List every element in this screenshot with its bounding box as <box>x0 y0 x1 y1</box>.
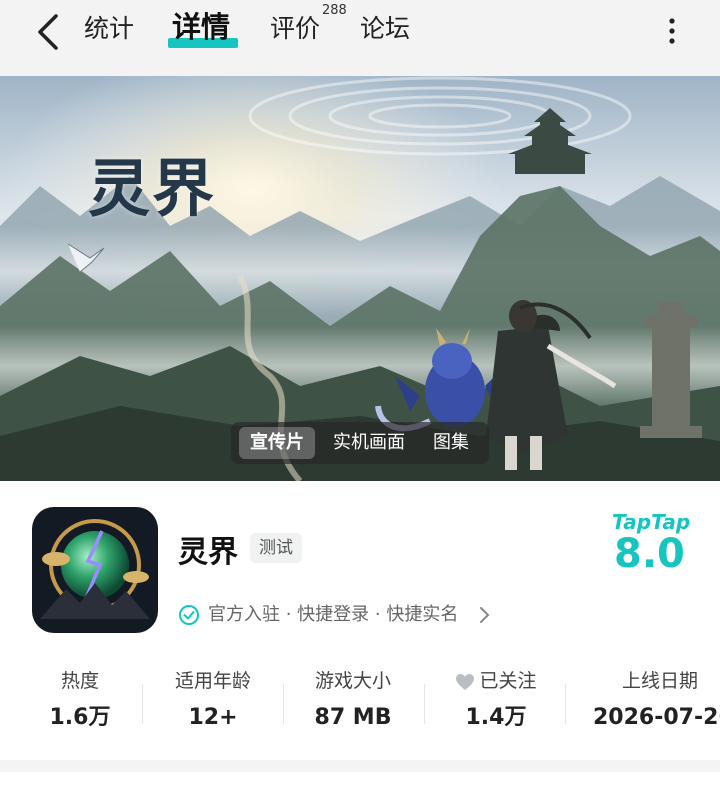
review-count-badge: 288 <box>322 3 347 18</box>
back-chevron-icon[interactable] <box>34 12 64 52</box>
tab-reviews[interactable]: 评价 <box>270 12 320 46</box>
tab-forum[interactable]: 论坛 <box>360 12 410 46</box>
check-circle-icon <box>179 605 199 625</box>
banner-title-art: 灵界 <box>88 152 217 225</box>
promo-banner[interactable]: 灵界 宣传片 实机画面 图集 <box>0 76 720 481</box>
stat-label-row: 已关注 <box>440 666 552 696</box>
divider <box>424 684 425 724</box>
stat-value: 1.6万 <box>49 705 111 730</box>
stat-popularity: 热度 1.6万 <box>30 666 130 736</box>
stat-age-rating[interactable]: 适用年龄 12+ <box>158 666 268 736</box>
chevron-right-icon <box>480 607 490 623</box>
media-tab-gameplay[interactable]: 实机画面 <box>323 427 415 459</box>
stat-value: 12+ <box>188 705 238 730</box>
divider <box>565 684 566 724</box>
stat-label: 已关注 <box>479 670 537 692</box>
more-vertical-icon[interactable] <box>664 16 680 46</box>
divider <box>283 684 284 724</box>
banner-artwork <box>0 76 720 481</box>
heart-icon <box>456 673 475 690</box>
stat-value: 2026-07-26 <box>593 705 720 730</box>
tab-stats[interactable]: 统计 <box>84 12 134 46</box>
media-tab-switcher: 宣传片 实机画面 图集 <box>231 422 489 464</box>
stat-value: 1.4万 <box>465 705 527 730</box>
tab-details[interactable]: 详情 <box>172 10 230 44</box>
stat-release-date: 上线日期 2026-07-26 <box>590 666 720 736</box>
app-name: 灵界 <box>178 535 238 570</box>
stat-followers[interactable]: 已关注 1.4万 <box>440 666 552 736</box>
stat-value: 87 MB <box>314 705 392 730</box>
verify-text: 官方入驻 · 快捷登录 · 快捷实名 <box>208 604 459 625</box>
stat-label: 适用年龄 <box>174 670 251 692</box>
stat-label: 热度 <box>60 670 99 692</box>
section-separator <box>0 760 720 772</box>
stat-game-size: 游戏大小 87 MB <box>298 666 408 736</box>
stat-label: 游戏大小 <box>314 670 391 692</box>
app-icon[interactable] <box>32 507 158 633</box>
app-detail-page: 统计 详情 评价 288 论坛 灵界 宣传片 实机画面 图集 灵界 测试 Tap… <box>0 0 720 795</box>
top-nav-bar: 统计 详情 评价 288 论坛 <box>0 0 720 76</box>
stat-label: 上线日期 <box>622 670 699 692</box>
status-badge: 测试 <box>250 533 302 563</box>
rating-score[interactable]: 8.0 <box>614 531 685 577</box>
media-tab-trailer[interactable]: 宣传片 <box>239 427 315 459</box>
divider <box>142 684 143 724</box>
media-tab-gallery[interactable]: 图集 <box>423 427 479 459</box>
